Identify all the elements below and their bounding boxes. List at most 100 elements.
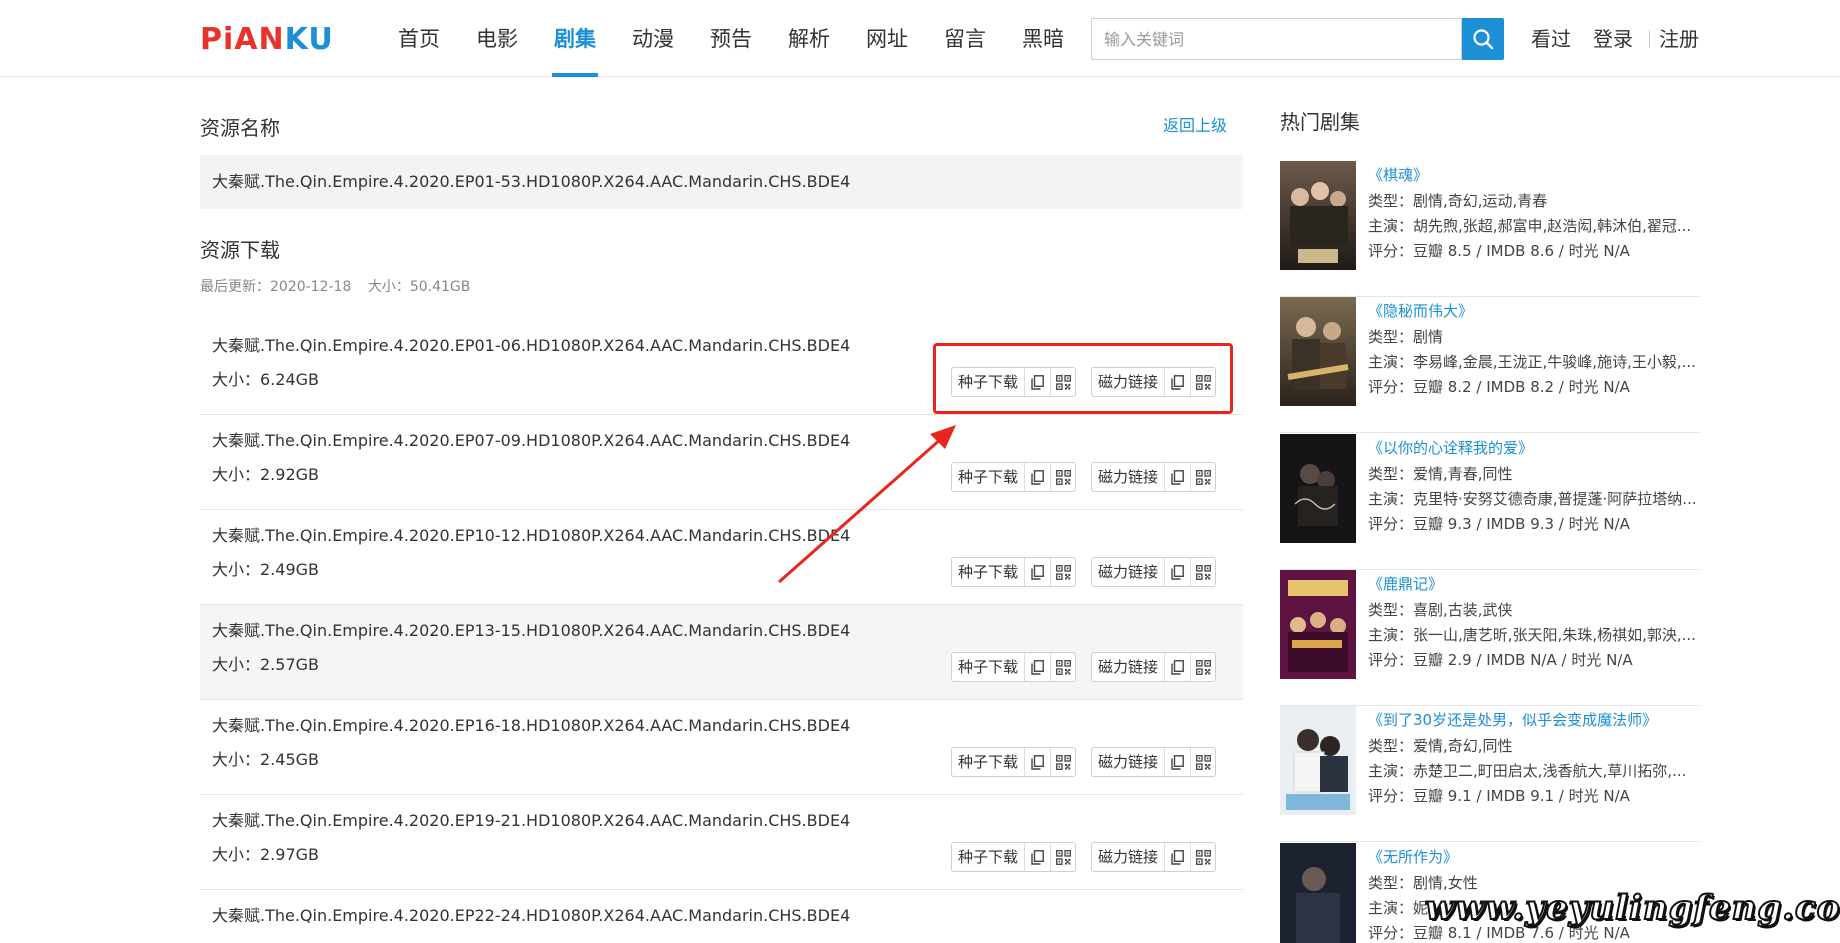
hot-series-item: 《以你的心诠释我的爱》 类型：爱情,青春,同性 主演：克里特·安努艾德奇康,普提… [1280, 434, 1700, 570]
hot-series-genre: 类型：喜剧,古装,武侠 [1368, 601, 1513, 619]
magnet-link-button[interactable]: 磁力链接 [1092, 653, 1166, 681]
download-name: 大秦赋.The.Qin.Empire.4.2020.EP07-09.HD1080… [212, 431, 851, 450]
register-link[interactable]: 注册 [1659, 24, 1699, 54]
magnet-link-button[interactable]: 磁力链接 [1092, 368, 1166, 396]
hot-series-title[interactable]: 《无所作为》 [1368, 847, 1458, 867]
torrent-download-button[interactable]: 种子下载 [952, 368, 1026, 396]
copy-icon[interactable] [1165, 558, 1190, 586]
history-link[interactable]: 看过 [1531, 24, 1571, 54]
login-link[interactable]: 登录 [1593, 24, 1633, 54]
download-row: 大秦赋.The.Qin.Empire.4.2020.EP22-24.HD1080… [200, 890, 1243, 943]
magnet-link-button[interactable]: 磁力链接 [1092, 463, 1166, 491]
hot-series-title[interactable]: 《隐秘而伟大》 [1368, 301, 1473, 321]
torrent-group: 种子下载 [951, 842, 1077, 872]
torrent-download-button[interactable]: 种子下载 [952, 748, 1026, 776]
torrent-download-button[interactable]: 种子下载 [952, 843, 1026, 871]
search-input[interactable] [1092, 19, 1462, 59]
site-logo[interactable]: PiANKU [200, 24, 334, 56]
qrcode-icon[interactable] [1050, 558, 1075, 586]
hot-series-title[interactable]: 《到了30岁还是处男，似乎会变成魔法师》 [1368, 710, 1657, 730]
qrcode-icon[interactable] [1190, 463, 1215, 491]
download-name: 大秦赋.The.Qin.Empire.4.2020.EP13-15.HD1080… [212, 621, 851, 640]
copy-icon[interactable] [1025, 558, 1050, 586]
hot-series-title[interactable]: 《以你的心诠释我的爱》 [1368, 438, 1533, 458]
magnet-link-button[interactable]: 磁力链接 [1092, 843, 1166, 871]
nav-anime[interactable]: 动漫 [614, 0, 692, 77]
copy-icon[interactable] [1025, 368, 1050, 396]
download-row: 大秦赋.The.Qin.Empire.4.2020.EP13-15.HD1080… [200, 605, 1243, 700]
total-size: 大小：50.41GB [367, 279, 471, 295]
copy-icon[interactable] [1165, 843, 1190, 871]
download-size: 大小：2.49GB [212, 560, 320, 579]
download-size: 大小：2.92GB [212, 465, 320, 484]
nav-dark-mode[interactable]: 黑暗 [1004, 0, 1082, 77]
torrent-download-button[interactable]: 种子下载 [952, 653, 1026, 681]
back-link[interactable]: 返回上级 [1163, 114, 1227, 138]
qrcode-icon[interactable] [1050, 463, 1075, 491]
hot-series-cast: 主演：李易峰,金晨,王泷正,牛骏峰,施诗,王小毅,... [1368, 353, 1696, 371]
hot-series-heading: 热门剧集 [1280, 110, 1360, 134]
poster-image[interactable] [1280, 297, 1356, 406]
nav-urls[interactable]: 网址 [848, 0, 926, 77]
qrcode-icon[interactable] [1190, 843, 1215, 871]
hot-series-title[interactable]: 《鹿鼎记》 [1368, 574, 1443, 594]
download-name: 大秦赋.The.Qin.Empire.4.2020.EP01-06.HD1080… [212, 336, 851, 355]
qrcode-icon[interactable] [1050, 368, 1075, 396]
poster-image[interactable] [1280, 161, 1356, 270]
magnet-group: 磁力链接 [1091, 652, 1217, 682]
qrcode-icon[interactable] [1050, 653, 1075, 681]
header-divider [1649, 30, 1650, 48]
search-icon [1473, 29, 1494, 50]
magnet-group: 磁力链接 [1091, 842, 1217, 872]
qrcode-icon[interactable] [1190, 748, 1215, 776]
download-size: 大小：2.57GB [212, 655, 320, 674]
download-row: 大秦赋.The.Qin.Empire.4.2020.EP16-18.HD1080… [200, 700, 1243, 795]
torrent-download-button[interactable]: 种子下载 [952, 463, 1026, 491]
download-row: 大秦赋.The.Qin.Empire.4.2020.EP07-09.HD1080… [200, 415, 1243, 510]
nav-trailers[interactable]: 预告 [692, 0, 770, 77]
copy-icon[interactable] [1025, 653, 1050, 681]
magnet-group: 磁力链接 [1091, 747, 1217, 777]
copy-icon[interactable] [1025, 748, 1050, 776]
poster-image[interactable] [1280, 843, 1356, 943]
nav-movies[interactable]: 电影 [458, 0, 536, 77]
magnet-link-button[interactable]: 磁力链接 [1092, 748, 1166, 776]
torrent-download-button[interactable]: 种子下载 [952, 558, 1026, 586]
qrcode-icon[interactable] [1050, 748, 1075, 776]
magnet-link-button[interactable]: 磁力链接 [1092, 558, 1166, 586]
hot-series-item: 《到了30岁还是处男，似乎会变成魔法师》 类型：爱情,奇幻,同性 主演：赤楚卫二… [1280, 706, 1700, 842]
poster-image[interactable] [1280, 434, 1356, 543]
nav-home[interactable]: 首页 [380, 0, 458, 77]
top-header: PiANKU 首页 电影 剧集 动漫 预告 解析 网址 留言 黑暗 看过 登录 … [0, 0, 1840, 77]
download-name: 大秦赋.The.Qin.Empire.4.2020.EP19-21.HD1080… [212, 811, 851, 830]
copy-icon[interactable] [1165, 463, 1190, 491]
poster-image[interactable] [1280, 706, 1356, 815]
hot-series-cast: 主演：胡先煦,张超,郝富申,赵浩闳,韩沐伯,翟冠... [1368, 217, 1692, 235]
qrcode-icon[interactable] [1190, 558, 1215, 586]
last-updated: 最后更新：2020-12-18 [200, 279, 352, 295]
torrent-group: 种子下载 [951, 747, 1077, 777]
download-name: 大秦赋.The.Qin.Empire.4.2020.EP10-12.HD1080… [212, 526, 851, 545]
hot-series-item: 《隐秘而伟大》 类型：剧情 主演：李易峰,金晨,王泷正,牛骏峰,施诗,王小毅,.… [1280, 297, 1700, 433]
copy-icon[interactable] [1025, 843, 1050, 871]
copy-icon[interactable] [1165, 748, 1190, 776]
download-row: 大秦赋.The.Qin.Empire.4.2020.EP10-12.HD1080… [200, 510, 1243, 605]
download-row: 大秦赋.The.Qin.Empire.4.2020.EP01-06.HD1080… [200, 320, 1243, 415]
poster-image[interactable] [1280, 570, 1356, 679]
search-button[interactable] [1462, 18, 1504, 60]
download-row: 大秦赋.The.Qin.Empire.4.2020.EP19-21.HD1080… [200, 795, 1243, 890]
qrcode-icon[interactable] [1050, 843, 1075, 871]
copy-icon[interactable] [1025, 463, 1050, 491]
resource-meta: 最后更新：2020-12-18 大小：50.41GB [200, 275, 470, 299]
main-nav: 首页 电影 剧集 动漫 预告 解析 网址 留言 黑暗 [380, 0, 1082, 77]
nav-messages[interactable]: 留言 [926, 0, 1004, 77]
qrcode-icon[interactable] [1190, 368, 1215, 396]
copy-icon[interactable] [1165, 653, 1190, 681]
hot-series-item: 《棋魂》 类型：剧情,奇幻,运动,青春 主演：胡先煦,张超,郝富申,赵浩闳,韩沐… [1280, 161, 1700, 297]
logo-part1: PiAN [200, 22, 285, 57]
nav-parse[interactable]: 解析 [770, 0, 848, 77]
copy-icon[interactable] [1165, 368, 1190, 396]
nav-series[interactable]: 剧集 [536, 0, 614, 77]
qrcode-icon[interactable] [1190, 653, 1215, 681]
hot-series-title[interactable]: 《棋魂》 [1368, 165, 1428, 185]
